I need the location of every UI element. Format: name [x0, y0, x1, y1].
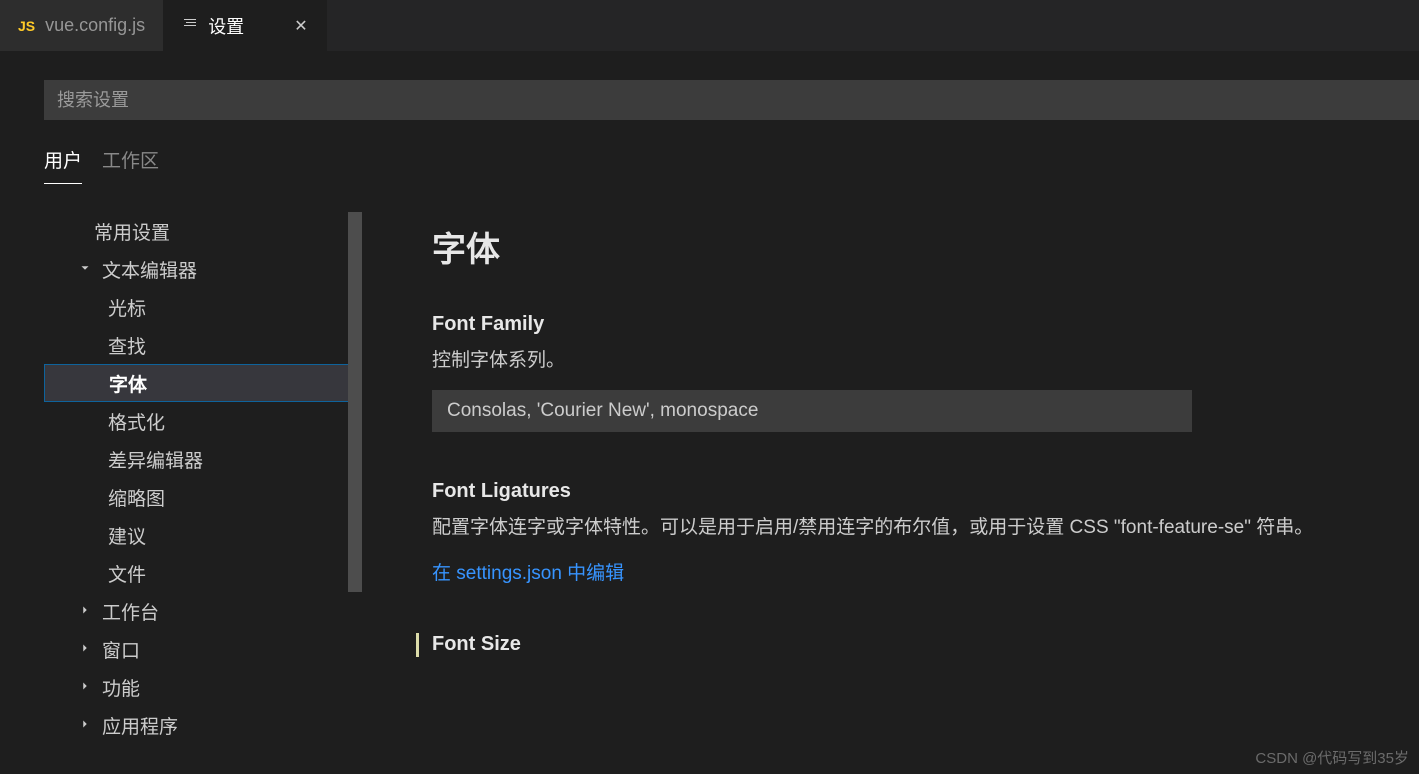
settings-content: 用户 工作区 常用设置 文本编辑器 光标 查找 字体 — [0, 52, 1419, 774]
sidebar-item-window[interactable]: 窗口 — [44, 630, 362, 668]
search-box[interactable] — [44, 80, 1419, 120]
tab-settings[interactable]: 设置 ✕ — [164, 0, 326, 51]
sidebar-item-label: 缩略图 — [108, 484, 165, 511]
sidebar-item-label: 光标 — [108, 294, 146, 321]
scope-tabs: 用户 工作区 — [44, 146, 1419, 184]
setting-font-size: Font Size — [432, 633, 1419, 656]
js-icon: JS — [18, 18, 35, 34]
watermark: CSDN @代码写到35岁 — [1255, 747, 1409, 768]
sidebar-item-label: 工作台 — [102, 598, 159, 625]
setting-title: Font Family — [432, 313, 1419, 336]
chevron-right-icon — [78, 679, 102, 696]
setting-title: Font Ligatures — [432, 480, 1419, 503]
sidebar-item-common[interactable]: 常用设置 — [44, 212, 362, 250]
sidebar-item-suggestions[interactable]: 建议 — [44, 516, 362, 554]
sidebar-item-label: 建议 — [108, 522, 146, 549]
sidebar-item-find[interactable]: 查找 — [44, 326, 362, 364]
settings-body: 常用设置 文本编辑器 光标 查找 字体 格式化 差异编辑器 — [44, 212, 1419, 774]
sidebar-item-label: 字体 — [109, 370, 147, 397]
chevron-right-icon — [78, 641, 102, 658]
sidebar-item-label: 窗口 — [102, 636, 140, 663]
font-family-input[interactable] — [432, 390, 1192, 432]
setting-description: 配置字体连字或字体特性。可以是用于启用/禁用连字的布尔值，或用于设置 CSS "… — [432, 513, 1419, 543]
tab-vue-config[interactable]: JS vue.config.js — [0, 0, 164, 51]
edit-in-settings-json-link[interactable]: 在 settings.json 中编辑 — [432, 563, 624, 584]
scope-tab-workspace[interactable]: 工作区 — [102, 146, 159, 184]
settings-sidebar: 常用设置 文本编辑器 光标 查找 字体 格式化 差异编辑器 — [44, 212, 362, 774]
sidebar-item-font[interactable]: 字体 — [44, 364, 362, 402]
scrollbar-thumb[interactable] — [348, 212, 362, 592]
sidebar-item-label: 格式化 — [108, 408, 165, 435]
sidebar-item-formatting[interactable]: 格式化 — [44, 402, 362, 440]
tabs-bar: JS vue.config.js 设置 ✕ — [0, 0, 1419, 52]
sidebar-item-workbench[interactable]: 工作台 — [44, 592, 362, 630]
chevron-right-icon — [78, 717, 102, 734]
scope-tab-user[interactable]: 用户 — [44, 146, 82, 184]
sidebar-item-application[interactable]: 应用程序 — [44, 706, 362, 744]
sidebar-item-minimap[interactable]: 缩略图 — [44, 478, 362, 516]
chevron-down-icon — [78, 261, 102, 278]
sidebar-item-label: 查找 — [108, 332, 146, 359]
sidebar-item-label: 常用设置 — [94, 218, 170, 245]
sidebar-item-features[interactable]: 功能 — [44, 668, 362, 706]
setting-font-family: Font Family 控制字体系列。 — [432, 313, 1419, 432]
sidebar-item-label: 差异编辑器 — [108, 446, 203, 473]
settings-main: 字体 Font Family 控制字体系列。 Font Ligatures 配置… — [362, 212, 1419, 774]
setting-description: 控制字体系列。 — [432, 346, 1419, 376]
close-icon[interactable]: ✕ — [294, 16, 307, 36]
settings-icon — [182, 15, 198, 36]
tab-label: 设置 — [208, 13, 244, 39]
sidebar-item-label: 文本编辑器 — [102, 256, 197, 283]
search-input[interactable] — [57, 90, 1406, 111]
settings-heading: 字体 — [432, 222, 1419, 271]
setting-font-ligatures: Font Ligatures 配置字体连字或字体特性。可以是用于启用/禁用连字的… — [432, 480, 1419, 584]
setting-title: Font Size — [432, 633, 1419, 656]
sidebar-item-cursor[interactable]: 光标 — [44, 288, 362, 326]
sidebar-item-label: 功能 — [102, 674, 140, 701]
chevron-right-icon — [78, 603, 102, 620]
sidebar-item-label: 应用程序 — [102, 712, 178, 739]
tab-label: vue.config.js — [45, 15, 145, 36]
sidebar-item-label: 文件 — [108, 560, 146, 587]
sidebar-item-text-editor[interactable]: 文本编辑器 — [44, 250, 362, 288]
sidebar-item-diff-editor[interactable]: 差异编辑器 — [44, 440, 362, 478]
sidebar-item-files[interactable]: 文件 — [44, 554, 362, 592]
